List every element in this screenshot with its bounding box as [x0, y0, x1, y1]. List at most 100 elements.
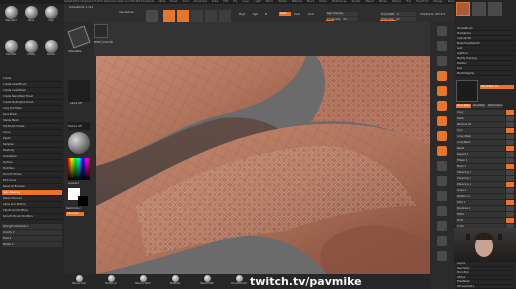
tab-2[interactable]: Deformation: [487, 104, 504, 108]
array-mesh-row[interactable]: Copy: [456, 110, 514, 115]
brush-label: DamStd: [5, 53, 17, 56]
brush-icon: [44, 6, 58, 19]
left-slider-row[interactable]: Strength Multiplier 1: [2, 224, 62, 229]
bottom-brush-icon: [75, 275, 83, 282]
bottom-brush-icon: [107, 275, 115, 282]
alpha-thumbnail[interactable]: [68, 80, 90, 102]
brush-move[interactable]: Move: [22, 6, 40, 26]
top-toolbar: ActivePoints: 1.141 Use Redraw Mrgb Rgb …: [64, 4, 454, 22]
array-mesh-row[interactable]: Paste: [456, 116, 514, 121]
array-mesh-row[interactable]: Remove All: [456, 122, 514, 127]
bottom-brush-4[interactable]: NewTxtrSPD: [196, 275, 218, 288]
xpose-icon[interactable]: [437, 251, 447, 261]
mrgb-button[interactable]: Mrgb: [239, 13, 245, 17]
zoom3d-icon[interactable]: [437, 176, 447, 186]
left-slider-row[interactable]: Fade 0: [2, 236, 62, 241]
left-tool-column: 2DGrabble Alpha Off Texture Off Gradient…: [64, 22, 94, 289]
actual-icon[interactable]: [437, 56, 447, 66]
bottom-brush-5[interactable]: SmoothSmooth: [228, 275, 250, 288]
color-picker[interactable]: [68, 158, 90, 180]
move-button[interactable]: [191, 10, 203, 22]
material-sphere[interactable]: [68, 132, 90, 154]
nanomesh-on-button[interactable]: NanoMesh On: [480, 85, 514, 89]
array-mesh-row[interactable]: Rotation 1: [456, 194, 514, 199]
array-mesh-row[interactable]: Stitch: [456, 212, 514, 217]
rgb-button[interactable]: Rgb: [253, 13, 258, 17]
move-icon[interactable]: [437, 161, 447, 171]
brush-clay[interactable]: Clay: [42, 6, 60, 26]
xyz-icon[interactable]: [437, 131, 447, 141]
array-mesh-row[interactable]: Mesh 1: [456, 164, 514, 169]
ghost-icon[interactable]: [437, 221, 447, 231]
focal-shift-slider[interactable]: Focal Shift 0: [380, 12, 416, 16]
zoom-icon[interactable]: [437, 41, 447, 51]
floor-icon[interactable]: [437, 101, 447, 111]
brush-standard[interactable]: Standard: [2, 6, 20, 26]
watermark: twitch.tv/pavmike: [250, 275, 362, 288]
solo-icon[interactable]: [437, 236, 447, 246]
array-mesh-row[interactable]: Repeat 1: [456, 152, 514, 157]
brush-inflate[interactable]: Inflate: [22, 40, 40, 60]
edit-button[interactable]: [163, 10, 175, 22]
tab-0[interactable]: Array Mesh: [456, 104, 471, 108]
total-points: TotalPoints: 225.471: [420, 13, 446, 16]
draw-button[interactable]: [177, 10, 189, 22]
array-mesh-row[interactable]: ZSpacing 1: [456, 182, 514, 187]
array-mesh-row[interactable]: Array Mesh: [456, 134, 514, 139]
frame-icon[interactable]: [437, 146, 447, 156]
array-mesh-row[interactable]: Pivot: [456, 218, 514, 223]
array-mesh-row[interactable]: ArrayMesh: [456, 140, 514, 145]
switch-color-label[interactable]: SwitchColor: [66, 207, 81, 211]
transp-icon[interactable]: [437, 206, 447, 216]
draw-size-slider[interactable]: Draw Size 64: [380, 17, 416, 21]
array-mesh-row[interactable]: Sync: [456, 128, 514, 133]
left-slider-row[interactable]: Rotate 0: [2, 242, 62, 247]
nanomesh-preview[interactable]: [456, 80, 478, 102]
right-bottom-item[interactable]: HD Geometry: [456, 285, 514, 289]
bottom-brush-3[interactable]: ModMesh: [164, 275, 186, 288]
array-mesh-row[interactable]: Reset: [456, 146, 514, 151]
secondary-color-swatch[interactable]: [78, 196, 88, 206]
tool-thumb-3[interactable]: [488, 2, 502, 16]
array-mesh-row[interactable]: XSpacing 1: [456, 170, 514, 175]
tab-1[interactable]: NanoMesh: [471, 104, 487, 108]
brush-label: Clay: [48, 19, 54, 22]
local-icon[interactable]: [437, 116, 447, 126]
m-button[interactable]: M: [265, 13, 267, 17]
bottom-brush-0[interactable]: MeConv Dmp: [68, 275, 90, 288]
zadd-button[interactable]: Zadd: [279, 12, 291, 16]
array-mesh-row[interactable]: Scale 1: [456, 188, 514, 193]
tool-thumb-1[interactable]: [456, 2, 470, 16]
subtool-item[interactable]: MeshIntegrity: [456, 71, 514, 76]
array-mesh-row[interactable]: Shadows 1: [456, 206, 514, 211]
aahalf-icon[interactable]: [437, 71, 447, 81]
use-redraw[interactable]: Use Redraw: [119, 11, 144, 15]
bottom-brush-2[interactable]: MeConv Stitch: [132, 275, 154, 288]
zsub-button[interactable]: Zsub: [294, 13, 300, 17]
bottom-brush-1[interactable]: ModRound: [100, 275, 122, 288]
brush-damstd[interactable]: DamStd: [2, 40, 20, 60]
scale-button[interactable]: [205, 10, 217, 22]
alternate-button[interactable]: Alternate: [66, 212, 84, 216]
sculpt-mesh: [96, 56, 430, 274]
array-mesh-row[interactable]: TMesh 1: [456, 158, 514, 163]
z-intensity-slider[interactable]: Z Intensity 25: [326, 17, 358, 21]
persp-icon[interactable]: [437, 86, 447, 96]
tool-thumb-2[interactable]: [472, 2, 486, 16]
array-mesh-row[interactable]: YSpacing 1: [456, 176, 514, 181]
rotate-button[interactable]: [219, 10, 231, 22]
brush-label: Inflate: [27, 53, 35, 56]
lightbox-button[interactable]: [146, 10, 158, 22]
doc-thumbnail[interactable]: [67, 25, 91, 49]
brush-hpolish[interactable]: hPolish: [42, 40, 60, 60]
brush-icon: [4, 40, 18, 53]
rotate-icon[interactable]: [437, 191, 447, 201]
zcut-button[interactable]: Zcut: [308, 13, 314, 17]
rgb-intensity-slider[interactable]: Rgb Intensity: [326, 12, 358, 16]
pm3d-thumbnail[interactable]: [94, 24, 108, 38]
brush-label: Standard: [5, 19, 17, 22]
left-slider-row[interactable]: Gravity 0: [2, 230, 62, 235]
viewport-canvas[interactable]: [96, 56, 430, 274]
array-mesh-row[interactable]: Hide 1: [456, 200, 514, 205]
scroll-icon[interactable]: [437, 26, 447, 36]
